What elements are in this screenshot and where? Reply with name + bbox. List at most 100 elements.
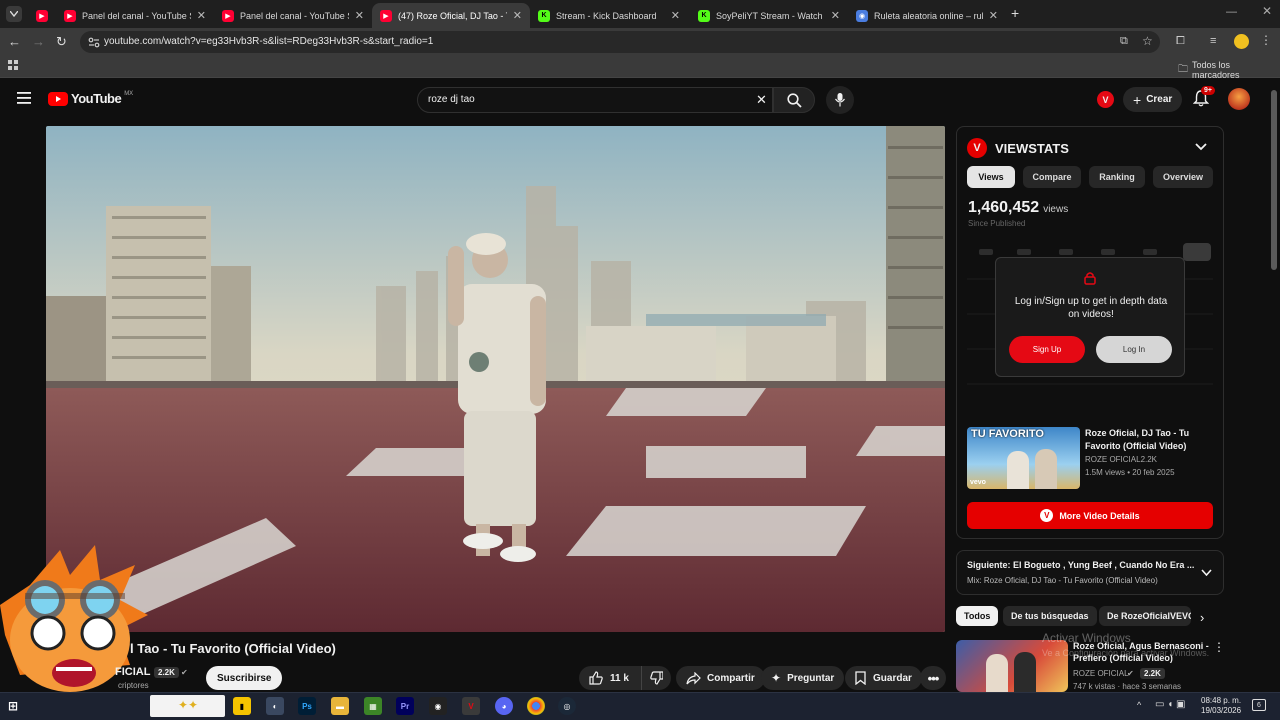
premiere-icon[interactable]: Pr: [396, 697, 414, 715]
clock[interactable]: 08:48 p. m. 19/03/2026: [1201, 696, 1241, 716]
tab-1[interactable]: ▶ Panel del canal - YouTube Studio ✕: [56, 3, 214, 28]
extensions-icon[interactable]: ⧠: [1176, 35, 1185, 48]
tab-2[interactable]: ▶ Panel del canal - YouTube Studio ✕: [214, 3, 372, 28]
bookmark-star-icon[interactable]: ☆: [1142, 34, 1153, 48]
viewstats-tab-overview[interactable]: Overview: [1153, 166, 1213, 188]
related-more-icon[interactable]: ⋮: [1213, 640, 1225, 654]
more-actions-button[interactable]: •••: [920, 666, 946, 690]
account-avatar[interactable]: [1228, 88, 1250, 110]
youtube-logo[interactable]: YouTube MX: [48, 91, 133, 106]
youtube-logo-icon: [48, 91, 68, 106]
window-close-icon[interactable]: ✕: [1262, 4, 1272, 18]
login-button[interactable]: Log In: [1096, 336, 1172, 363]
new-tab-icon[interactable]: +: [1011, 5, 1019, 21]
apps-grid-icon[interactable]: [8, 60, 19, 71]
voice-search-button[interactable]: [826, 86, 854, 114]
microphone-icon: [835, 93, 845, 107]
tab-6[interactable]: ◉ Ruleta aleatoria online – ruleta ✕: [848, 3, 1006, 28]
close-icon[interactable]: ✕: [513, 9, 522, 22]
minecraft-icon[interactable]: ▦: [364, 697, 382, 715]
obs-icon[interactable]: ◉: [429, 697, 447, 715]
tab-0[interactable]: ▶: [28, 3, 56, 28]
video-card-thumbnail[interactable]: TU FAVORITO vevo: [967, 427, 1080, 489]
valorant-icon[interactable]: V: [462, 697, 480, 715]
subscribe-button[interactable]: Suscribirse: [206, 666, 283, 690]
related-channel-badge: 2.2K: [1140, 668, 1165, 679]
clear-search-icon[interactable]: ✕: [756, 92, 767, 108]
share-button[interactable]: Compartir: [676, 666, 765, 690]
tray-icons[interactable]: ▭ ◖ ▣: [1155, 699, 1186, 710]
close-icon[interactable]: ✕: [197, 9, 206, 22]
login-message: Log in/Sign up to get in depth data on v…: [1014, 296, 1168, 320]
signup-button[interactable]: Sign Up: [1009, 336, 1085, 363]
minimize-icon[interactable]: —: [1226, 6, 1237, 18]
viewstats-tab-views[interactable]: Views: [967, 166, 1015, 188]
photoshop-icon[interactable]: Ps: [298, 697, 316, 715]
viewstats-tab-ranking[interactable]: Ranking: [1089, 166, 1145, 188]
url-bar[interactable]: youtube.com/watch?v=eg33Hvb3R-s&list=RDe…: [80, 31, 1160, 53]
notifications-button[interactable]: 9+: [1193, 86, 1215, 107]
profile-avatar[interactable]: [1234, 34, 1249, 49]
up-next-panel[interactable]: Siguiente: El Bogueto , Yung Beef , Cuan…: [956, 550, 1224, 595]
forward-arrow-icon[interactable]: →: [32, 34, 45, 49]
cast-icon[interactable]: ⧉: [1120, 35, 1128, 48]
chip-all[interactable]: Todos: [956, 606, 999, 626]
discord-icon[interactable]: ◕: [495, 697, 513, 715]
tab-search-button[interactable]: [6, 6, 22, 22]
browser-toolbar: ← → ↻ youtube.com/watch?v=eg33Hvb3R-s&li…: [0, 28, 1280, 56]
menu-dots-icon[interactable]: ⋮: [1260, 33, 1272, 47]
app-icon[interactable]: ◐: [266, 697, 284, 715]
taskbar-search-box[interactable]: ✦✦: [150, 695, 225, 717]
page-scrollbar[interactable]: [1271, 90, 1277, 270]
folder-icon: 🗀: [1178, 63, 1188, 75]
login-prompt: Log in/Sign up to get in depth data on v…: [995, 257, 1185, 377]
collapse-chevron-icon[interactable]: [1195, 143, 1207, 151]
youtube-icon: ▶: [380, 9, 392, 22]
search-input[interactable]: roze dj tao ✕: [417, 87, 773, 113]
site-info-icon[interactable]: [88, 36, 100, 48]
chip-from-searches[interactable]: De tus búsquedas: [1003, 606, 1097, 626]
search-button[interactable]: [773, 87, 815, 113]
chip-scroll-right-icon[interactable]: ›: [1200, 610, 1204, 625]
dislike-button[interactable]: [641, 666, 671, 690]
chip-from-channel[interactable]: De RozeOficialVEVO: [1099, 606, 1191, 626]
all-bookmarks-button[interactable]: 🗀 Todos los marcadores: [1178, 60, 1280, 80]
close-icon[interactable]: ✕: [671, 9, 680, 22]
channel-name[interactable]: FICIAL: [115, 666, 150, 678]
windows-start-icon[interactable]: ⊞: [4, 697, 22, 715]
like-button[interactable]: 11 k: [579, 666, 641, 690]
close-icon[interactable]: ✕: [989, 9, 998, 22]
steam-icon[interactable]: ◎: [558, 697, 576, 715]
notification-center-icon[interactable]: 6: [1252, 699, 1266, 711]
viewstats-logo-icon: V: [1040, 509, 1054, 522]
tab-3-active[interactable]: ▶ (47) Roze Oficial, DJ Tao - Tu Favorit…: [372, 3, 530, 28]
ask-button[interactable]: ✦ Preguntar: [761, 666, 845, 690]
tab-title: Panel del canal - YouTube Studio: [240, 10, 349, 21]
hamburger-menu-icon[interactable]: [17, 92, 31, 104]
clock-date: 19/03/2026: [1201, 706, 1242, 715]
kick-icon: K: [698, 9, 710, 22]
file-explorer-icon[interactable]: ▬: [331, 697, 349, 715]
reading-list-icon[interactable]: ≡: [1210, 35, 1216, 47]
close-icon[interactable]: ✕: [831, 9, 840, 22]
thumbs-up-icon: [589, 671, 603, 685]
chrome-icon[interactable]: [527, 697, 545, 715]
close-icon[interactable]: ✕: [355, 9, 364, 22]
video-card-title[interactable]: Roze Oficial, DJ Tao - Tu Favorito (Offi…: [1085, 427, 1215, 453]
reload-icon[interactable]: ↻: [56, 34, 67, 50]
tab-4[interactable]: K Stream - Kick Dashboard ✕: [530, 3, 688, 28]
sticky-notes-icon[interactable]: ▮: [233, 697, 251, 715]
viewstats-extension-icon[interactable]: V: [1097, 91, 1114, 108]
more-video-details-button[interactable]: V More Video Details: [967, 502, 1213, 529]
clock-time: 08:48 p. m.: [1201, 696, 1242, 705]
tray-chevron-icon[interactable]: ^: [1137, 700, 1141, 710]
save-button[interactable]: Guardar: [845, 666, 922, 690]
expand-chevron-icon[interactable]: [1201, 569, 1212, 576]
back-arrow-icon[interactable]: ←: [8, 34, 21, 49]
tab-5[interactable]: K SoyPeliYT Stream - Watch Live on Kick …: [690, 3, 848, 28]
tab-title: Panel del canal - YouTube Studio: [82, 10, 191, 21]
create-button[interactable]: + Crear: [1123, 87, 1183, 112]
video-player[interactable]: [46, 126, 945, 632]
viewstats-tab-compare[interactable]: Compare: [1023, 166, 1081, 188]
tab-title: SoyPeliYT Stream - Watch Live on Kick: [716, 10, 825, 21]
